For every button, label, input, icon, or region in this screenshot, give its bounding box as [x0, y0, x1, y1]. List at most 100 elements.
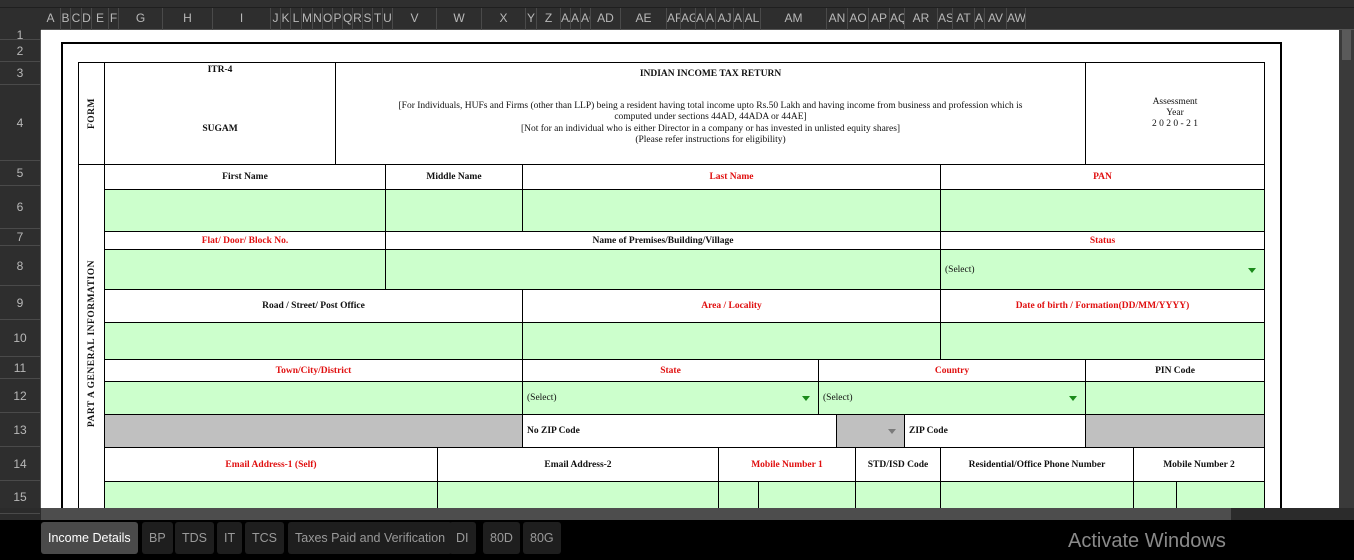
- column-header-ae[interactable]: AE: [621, 8, 667, 30]
- column-header-am[interactable]: AM: [761, 8, 827, 30]
- pin-input[interactable]: [1085, 381, 1265, 415]
- sheet-tab-taxes-paid-and-verification[interactable]: Taxes Paid and Verification: [288, 522, 453, 554]
- column-header-p[interactable]: P: [333, 8, 343, 30]
- column-header-aq[interactable]: AQ: [890, 8, 905, 30]
- row-header-10[interactable]: 10: [0, 320, 40, 357]
- country-select[interactable]: (Select): [818, 381, 1086, 415]
- column-header-al[interactable]: AL: [744, 8, 761, 30]
- first-name-input[interactable]: [104, 189, 386, 232]
- chevron-down-icon[interactable]: [1248, 267, 1256, 273]
- vertical-scrollbar-thumb[interactable]: [1342, 30, 1351, 60]
- column-header-v[interactable]: V: [393, 8, 437, 30]
- chevron-down-icon[interactable]: [802, 396, 810, 401]
- column-header-s[interactable]: S: [363, 8, 373, 30]
- column-header-ab[interactable]: AB: [571, 8, 581, 30]
- column-header-ak[interactable]: AK: [734, 8, 744, 30]
- column-header-i[interactable]: I: [213, 8, 271, 30]
- column-header-ac[interactable]: AC: [581, 8, 591, 30]
- column-header-av[interactable]: AV: [985, 8, 1007, 30]
- row-header-11[interactable]: 11: [0, 357, 40, 379]
- column-header-an[interactable]: AN: [827, 8, 848, 30]
- state-select[interactable]: (Select): [522, 381, 819, 415]
- premises-input[interactable]: [385, 249, 941, 290]
- chevron-down-icon[interactable]: [888, 429, 896, 434]
- column-header-o[interactable]: O: [323, 8, 333, 30]
- column-header-r[interactable]: R: [353, 8, 363, 30]
- no-zip-select[interactable]: [836, 414, 905, 448]
- dob-input[interactable]: [940, 322, 1265, 360]
- sheet-tab-tds[interactable]: TDS: [175, 522, 214, 554]
- row-header-5[interactable]: 5: [0, 161, 40, 186]
- column-header-l[interactable]: L: [291, 8, 302, 30]
- row-header-12[interactable]: 12: [0, 379, 40, 413]
- row-header-1[interactable]: 1: [0, 28, 40, 42]
- column-header-m[interactable]: M: [302, 8, 313, 30]
- vertical-scrollbar[interactable]: [1339, 30, 1354, 508]
- spreadsheet-grid[interactable]: FORM ITR-4 SUGAM INDIAN INCOME TAX RETUR…: [41, 30, 1339, 508]
- row-header-7[interactable]: 7: [0, 229, 40, 246]
- column-header-ad[interactable]: AD: [591, 8, 621, 30]
- area-input[interactable]: [522, 322, 941, 360]
- column-header-aa[interactable]: AA: [561, 8, 571, 30]
- row-header-3[interactable]: 3: [0, 62, 40, 85]
- row-header-15[interactable]: 15: [0, 481, 40, 514]
- middle-name-input[interactable]: [385, 189, 523, 232]
- column-header-h[interactable]: H: [163, 8, 213, 30]
- chevron-down-icon[interactable]: [1069, 396, 1077, 401]
- town-input[interactable]: [104, 381, 523, 415]
- column-header-e[interactable]: E: [92, 8, 109, 30]
- column-header-au[interactable]: AU: [975, 8, 985, 30]
- mobile2-input[interactable]: [1176, 481, 1265, 508]
- column-header-u[interactable]: U: [383, 8, 393, 30]
- column-header-aj[interactable]: AJ: [716, 8, 734, 30]
- row-header-8[interactable]: 8: [0, 246, 40, 286]
- row-header-13[interactable]: 13: [0, 413, 40, 447]
- column-header-y[interactable]: Y: [526, 8, 537, 30]
- status-select[interactable]: (Select): [940, 249, 1265, 290]
- email2-input[interactable]: [437, 481, 719, 508]
- row-header-2[interactable]: 2: [0, 40, 40, 62]
- column-header-j[interactable]: J: [271, 8, 281, 30]
- column-header-b[interactable]: B: [61, 8, 71, 30]
- sheet-tab-bp[interactable]: BP: [142, 522, 173, 554]
- horizontal-scrollbar[interactable]: [41, 508, 1231, 520]
- sheet-tab-80g[interactable]: 80G: [523, 522, 561, 554]
- column-header-ai[interactable]: AI: [706, 8, 716, 30]
- column-header-x[interactable]: X: [482, 8, 526, 30]
- sheet-tab-di[interactable]: DI: [449, 522, 476, 554]
- pan-input[interactable]: [940, 189, 1265, 232]
- road-input[interactable]: [104, 322, 523, 360]
- column-header-g[interactable]: G: [119, 8, 163, 30]
- sheet-tab-it[interactable]: IT: [217, 522, 243, 554]
- column-header-d[interactable]: D: [82, 8, 92, 30]
- mobile1-code-input[interactable]: [718, 481, 759, 508]
- column-header-ah[interactable]: AH: [696, 8, 706, 30]
- column-header-q[interactable]: Q: [343, 8, 353, 30]
- row-header-4[interactable]: 4: [0, 85, 40, 161]
- flat-input[interactable]: [104, 249, 386, 290]
- sheet-tab-income-details[interactable]: Income Details: [41, 522, 138, 554]
- column-header-a[interactable]: A: [41, 8, 61, 30]
- mobile1-input[interactable]: [758, 481, 856, 508]
- std-input[interactable]: [855, 481, 941, 508]
- row-header-6[interactable]: 6: [0, 186, 40, 229]
- column-header-t[interactable]: T: [373, 8, 383, 30]
- column-header-c[interactable]: C: [71, 8, 82, 30]
- email1-input[interactable]: [104, 481, 438, 508]
- column-header-aw[interactable]: AW: [1007, 8, 1026, 30]
- row-header-9[interactable]: 9: [0, 286, 40, 320]
- row-header-14[interactable]: 14: [0, 447, 40, 481]
- column-header-k[interactable]: K: [281, 8, 291, 30]
- phone-input[interactable]: [940, 481, 1134, 508]
- sheet-tab-tcs[interactable]: TCS: [245, 522, 284, 554]
- column-header-ap[interactable]: AP: [869, 8, 890, 30]
- column-header-at[interactable]: AT: [953, 8, 975, 30]
- last-name-input[interactable]: [522, 189, 941, 232]
- column-header-ar[interactable]: AR: [905, 8, 938, 30]
- column-header-ag[interactable]: AG: [681, 8, 696, 30]
- column-header-af[interactable]: AF: [667, 8, 681, 30]
- mobile2-code-input[interactable]: [1133, 481, 1177, 508]
- column-header-n[interactable]: N: [313, 8, 323, 30]
- column-header-z[interactable]: Z: [537, 8, 561, 30]
- sheet-tab-80d[interactable]: 80D: [483, 522, 520, 554]
